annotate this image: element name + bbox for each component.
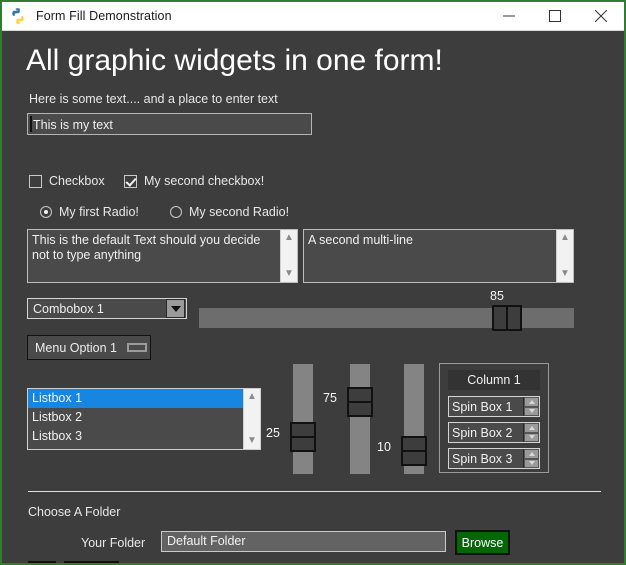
folder-field-label: Your Folder [81, 536, 146, 550]
radio-selected-icon[interactable] [40, 206, 52, 218]
checkbox-unchecked-icon[interactable] [29, 174, 42, 188]
browse-button[interactable]: Browse [455, 530, 510, 555]
folder-input[interactable]: Default Folder [161, 531, 446, 552]
radio-2[interactable]: My second Radio! [170, 205, 289, 219]
folder-section-title: Choose A Folder [28, 505, 121, 519]
text-caret [30, 116, 32, 132]
multiline-1-scrollbar[interactable]: ▲ ▼ [280, 230, 297, 282]
combobox-value: Combobox 1 [33, 301, 104, 316]
application-window: Form Fill Demonstration All graphic widg… [0, 0, 626, 565]
spin-box-2-value: Spin Box 2 [452, 425, 513, 440]
title-bar: Form Fill Demonstration [2, 2, 624, 31]
horizontal-separator [28, 491, 601, 492]
multiline-2-scrollbar[interactable]: ▲ ▼ [556, 230, 573, 282]
text-input-value: This is my text [33, 118, 113, 132]
minimize-button[interactable] [486, 2, 532, 31]
scroll-down-icon[interactable]: ▼ [560, 269, 570, 279]
menu-tearoff-icon [127, 343, 147, 352]
fill-button[interactable]: Fill [28, 561, 56, 563]
close-button[interactable] [578, 2, 624, 31]
vertical-slider-1[interactable]: 25 [266, 364, 316, 474]
menu-option-button[interactable]: Menu Option 1 [27, 335, 151, 360]
radio-1[interactable]: My first Radio! [40, 205, 139, 219]
python-logo-icon [9, 7, 27, 25]
checkbox-1-label: Checkbox [49, 174, 105, 188]
spinner-down-icon[interactable] [524, 432, 539, 442]
multiline-1-value[interactable]: This is the default Text should you deci… [28, 230, 280, 282]
vertical-slider-3-value: 10 [377, 440, 391, 454]
spin-box-2-steppers[interactable] [523, 423, 539, 442]
vertical-slider-1-track[interactable] [293, 364, 313, 474]
horizontal-slider-value: 85 [490, 289, 504, 303]
cancel-button[interactable]: Cancel [64, 561, 119, 563]
multiline-textarea-1[interactable]: This is the default Text should you deci… [27, 229, 298, 283]
vertical-slider-2-thumb[interactable] [347, 387, 373, 417]
checkbox-1[interactable]: Checkbox [29, 174, 105, 188]
text-input[interactable]: This is my text [27, 113, 312, 135]
multiline-textarea-2[interactable]: A second multi-line ▲ ▼ [303, 229, 574, 283]
spinner-up-icon[interactable] [524, 397, 539, 407]
list-item[interactable]: Listbox 2 [28, 408, 243, 427]
scroll-down-icon[interactable]: ▼ [247, 436, 257, 446]
maximize-button[interactable] [532, 2, 578, 31]
menu-option-label: Menu Option 1 [35, 340, 117, 355]
window-title: Form Fill Demonstration [36, 9, 172, 23]
list-item[interactable]: Listbox 3 [28, 427, 243, 446]
page-title: All graphic widgets in one form! [26, 44, 443, 77]
horizontal-slider-thumb[interactable] [492, 305, 522, 331]
spinner-up-icon[interactable] [524, 423, 539, 433]
spin-box-3-steppers[interactable] [523, 449, 539, 468]
radio-2-label: My second Radio! [189, 205, 290, 219]
checkbox-checked-icon[interactable] [124, 174, 137, 188]
radio-1-label: My first Radio! [59, 205, 139, 219]
checkbox-2-label: My second checkbox! [144, 174, 265, 188]
spin-box-2[interactable]: Spin Box 2 [448, 422, 540, 443]
vertical-slider-2-track[interactable] [350, 364, 370, 474]
intro-text: Here is some text.... and a place to ent… [29, 92, 278, 106]
scroll-down-icon[interactable]: ▼ [284, 269, 294, 279]
chevron-down-icon[interactable] [166, 299, 185, 318]
window-controls [486, 2, 624, 31]
vertical-slider-1-thumb[interactable] [290, 422, 316, 452]
multiline-2-value[interactable]: A second multi-line [304, 230, 556, 282]
spin-box-1-value: Spin Box 1 [452, 399, 513, 414]
form-body: All graphic widgets in one form! Here is… [2, 31, 624, 563]
vertical-slider-3[interactable]: 10 [377, 364, 427, 474]
spin-box-3-value: Spin Box 3 [452, 451, 513, 466]
vertical-slider-3-thumb[interactable] [401, 436, 427, 466]
spin-box-3[interactable]: Spin Box 3 [448, 448, 540, 469]
list-item[interactable]: Listbox 1 [28, 389, 243, 408]
column-frame: Column 1 Spin Box 1 Spin Box 2 Spin Box … [439, 363, 549, 473]
radio-unselected-icon[interactable] [170, 206, 182, 218]
column-header: Column 1 [448, 370, 540, 390]
listbox-items: Listbox 1 Listbox 2 Listbox 3 [28, 389, 243, 449]
vertical-slider-2[interactable]: 75 [323, 364, 373, 474]
vertical-slider-2-value: 75 [323, 391, 337, 405]
listbox-scrollbar[interactable]: ▲ ▼ [243, 389, 260, 449]
listbox[interactable]: Listbox 1 Listbox 2 Listbox 3 ▲ ▼ [27, 388, 261, 450]
horizontal-slider[interactable]: 85 [199, 289, 574, 331]
scroll-up-icon[interactable]: ▲ [247, 392, 257, 402]
vertical-slider-1-value: 25 [266, 426, 280, 440]
spin-box-1[interactable]: Spin Box 1 [448, 396, 540, 417]
combobox[interactable]: Combobox 1 [27, 298, 187, 319]
spinner-down-icon[interactable] [524, 406, 539, 416]
scroll-up-icon[interactable]: ▲ [284, 233, 294, 243]
scroll-up-icon[interactable]: ▲ [560, 233, 570, 243]
spinner-down-icon[interactable] [524, 458, 539, 468]
checkbox-2[interactable]: My second checkbox! [124, 174, 264, 188]
spinner-up-icon[interactable] [524, 449, 539, 459]
spin-box-1-steppers[interactable] [523, 397, 539, 416]
